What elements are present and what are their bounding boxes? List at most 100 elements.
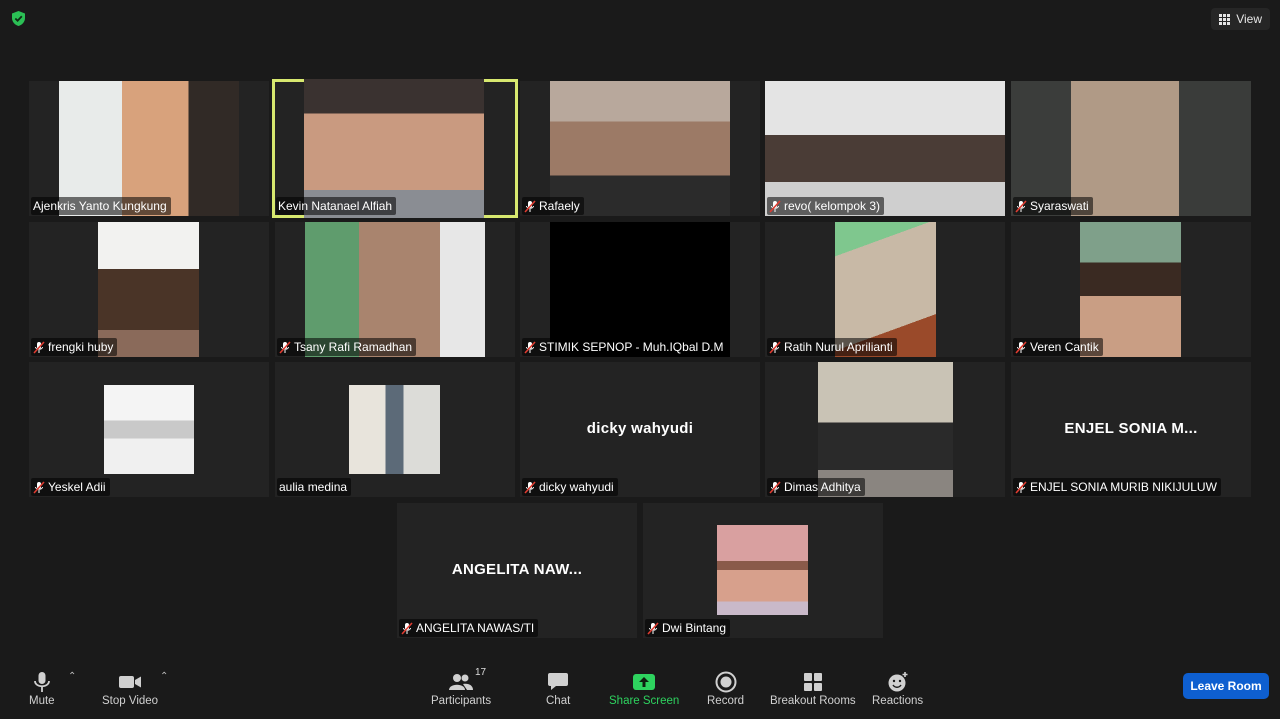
- video-options-caret-icon[interactable]: ⌃: [160, 671, 168, 682]
- participant-tile[interactable]: ENJEL SONIA M... ENJEL SONIA MURIB NIKIJ…: [1011, 362, 1251, 497]
- participants-icon: [448, 669, 474, 695]
- participant-name-label: Tsany Rafi Ramadhan: [277, 338, 417, 356]
- participant-name: ANGELITA NAWAS/TI: [416, 621, 535, 635]
- video-camera-icon: [118, 669, 142, 695]
- record-label: Record: [707, 695, 745, 707]
- participant-name-label: aulia medina: [277, 478, 352, 496]
- participant-video: [818, 362, 953, 497]
- participant-tile[interactable]: aulia medina: [275, 362, 515, 497]
- participant-tile[interactable]: Veren Cantik: [1011, 222, 1251, 357]
- participant-name-label: Ratih Nurul Aprilianti: [767, 338, 897, 356]
- muted-mic-icon: [769, 340, 781, 354]
- participant-tile[interactable]: Rafaely: [520, 81, 760, 216]
- participant-tile[interactable]: dicky wahyudi dicky wahyudi: [520, 362, 760, 497]
- breakout-rooms-icon: [803, 669, 823, 695]
- participant-name-label: frengki huby: [31, 338, 118, 356]
- participant-name-label: revo( kelompok 3): [767, 197, 885, 215]
- encryption-shield-icon[interactable]: [10, 10, 27, 27]
- participant-video: [765, 81, 1005, 216]
- participant-name-label: ENJEL SONIA MURIB NIKIJULUW: [1013, 478, 1221, 496]
- microphone-icon: [33, 669, 51, 695]
- participant-name: Ajenkris Yanto Kungkung: [33, 199, 167, 213]
- muted-mic-icon: [1015, 480, 1027, 494]
- stop-video-label: Stop Video: [102, 695, 159, 707]
- muted-mic-icon: [401, 621, 413, 635]
- participant-name: Ratih Nurul Aprilianti: [784, 340, 893, 354]
- participant-video: [1011, 81, 1251, 216]
- participant-name: aulia medina: [279, 480, 348, 494]
- participant-tile[interactable]: Syaraswati: [1011, 81, 1251, 216]
- participant-tile[interactable]: Ratih Nurul Aprilianti: [765, 222, 1005, 357]
- participant-name-label: ANGELITA NAWAS/TI: [399, 619, 539, 637]
- breakout-rooms-label: Breakout Rooms: [770, 695, 856, 707]
- muted-mic-icon: [279, 340, 291, 354]
- chat-button[interactable]: Chat: [546, 669, 570, 707]
- participant-display-name: ANGELITA NAW...: [451, 561, 583, 578]
- participant-tile[interactable]: STIMIK SEPNOP - Muh.IQbal D.M: [520, 222, 760, 357]
- stop-video-button[interactable]: Stop Video: [102, 669, 158, 707]
- participant-name-label: Ajenkris Yanto Kungkung: [31, 197, 171, 215]
- grid-view-icon: [1219, 13, 1231, 25]
- share-screen-button[interactable]: Share Screen: [609, 669, 679, 707]
- participant-video: [305, 222, 485, 357]
- participant-video: [349, 385, 440, 474]
- participant-tile[interactable]: Dimas Adhitya: [765, 362, 1005, 497]
- share-screen-icon: [632, 669, 656, 695]
- participant-name: STIMIK SEPNOP - Muh.IQbal D.M: [539, 340, 724, 354]
- record-button[interactable]: Record: [707, 669, 744, 707]
- participant-display-name: ENJEL SONIA M...: [1064, 420, 1198, 437]
- participant-name-label: Kevin Natanael Alfiah: [276, 197, 397, 215]
- meeting-toolbar: Mute ⌃ Stop Video ⌃ Participants 17 Chat…: [0, 663, 1280, 719]
- participant-tile[interactable]: Yeskel Adii: [29, 362, 269, 497]
- participant-tile[interactable]: Dwi Bintang: [643, 503, 883, 638]
- participant-name-label: Syaraswati: [1013, 197, 1093, 215]
- share-screen-label: Share Screen: [609, 695, 680, 707]
- participant-name-label: Veren Cantik: [1013, 338, 1103, 356]
- muted-mic-icon: [1015, 340, 1027, 354]
- muted-mic-icon: [524, 199, 536, 213]
- participant-video: [835, 222, 936, 357]
- participant-tile[interactable]: Ajenkris Yanto Kungkung: [29, 81, 269, 216]
- mute-label: Mute: [29, 695, 55, 707]
- participant-name: Veren Cantik: [1030, 340, 1099, 354]
- participant-video: [717, 525, 808, 615]
- participant-video: [1080, 222, 1181, 357]
- participant-name: Dimas Adhitya: [784, 480, 861, 494]
- mute-button[interactable]: Mute: [29, 669, 55, 707]
- participant-video: [98, 222, 199, 357]
- participant-name: Yeskel Adii: [48, 480, 106, 494]
- participant-name: frengki huby: [48, 340, 114, 354]
- muted-mic-icon: [769, 480, 781, 494]
- record-icon: [715, 669, 737, 695]
- participant-name: revo( kelompok 3): [784, 199, 881, 213]
- participant-name: Tsany Rafi Ramadhan: [294, 340, 413, 354]
- participant-name-label: Rafaely: [522, 197, 584, 215]
- reactions-button[interactable]: Reactions: [872, 669, 923, 707]
- participant-tile[interactable]: Tsany Rafi Ramadhan: [275, 222, 515, 357]
- muted-mic-icon: [647, 621, 659, 635]
- view-button[interactable]: View: [1211, 8, 1270, 30]
- participant-name-label: dicky wahyudi: [522, 478, 618, 496]
- muted-mic-icon: [33, 340, 45, 354]
- chat-bubble-icon: [547, 669, 569, 695]
- breakout-rooms-button[interactable]: Breakout Rooms: [770, 669, 856, 707]
- participant-video: [104, 385, 194, 474]
- participant-name: Dwi Bintang: [662, 621, 727, 635]
- participant-tile[interactable]: revo( kelompok 3): [765, 81, 1005, 216]
- audio-options-caret-icon[interactable]: ⌃: [68, 671, 76, 682]
- participant-tile-active-speaker[interactable]: Kevin Natanael Alfiah: [272, 79, 518, 218]
- participant-video: [59, 81, 239, 216]
- participant-name: ENJEL SONIA MURIB NIKIJULUW: [1030, 480, 1217, 494]
- participant-name: Rafaely: [539, 199, 580, 213]
- leave-room-button[interactable]: Leave Room: [1183, 673, 1269, 699]
- participant-name-label: STIMIK SEPNOP - Muh.IQbal D.M: [522, 338, 728, 356]
- participant-name: dicky wahyudi: [539, 480, 614, 494]
- muted-mic-icon: [524, 340, 536, 354]
- participants-count: 17: [475, 667, 487, 678]
- participant-name: Kevin Natanael Alfiah: [278, 199, 393, 213]
- participant-tile[interactable]: ANGELITA NAW... ANGELITA NAWAS/TI: [397, 503, 637, 638]
- participants-label: Participants: [431, 695, 492, 707]
- muted-mic-icon: [1015, 199, 1027, 213]
- muted-mic-icon: [33, 480, 45, 494]
- participant-tile[interactable]: frengki huby: [29, 222, 269, 357]
